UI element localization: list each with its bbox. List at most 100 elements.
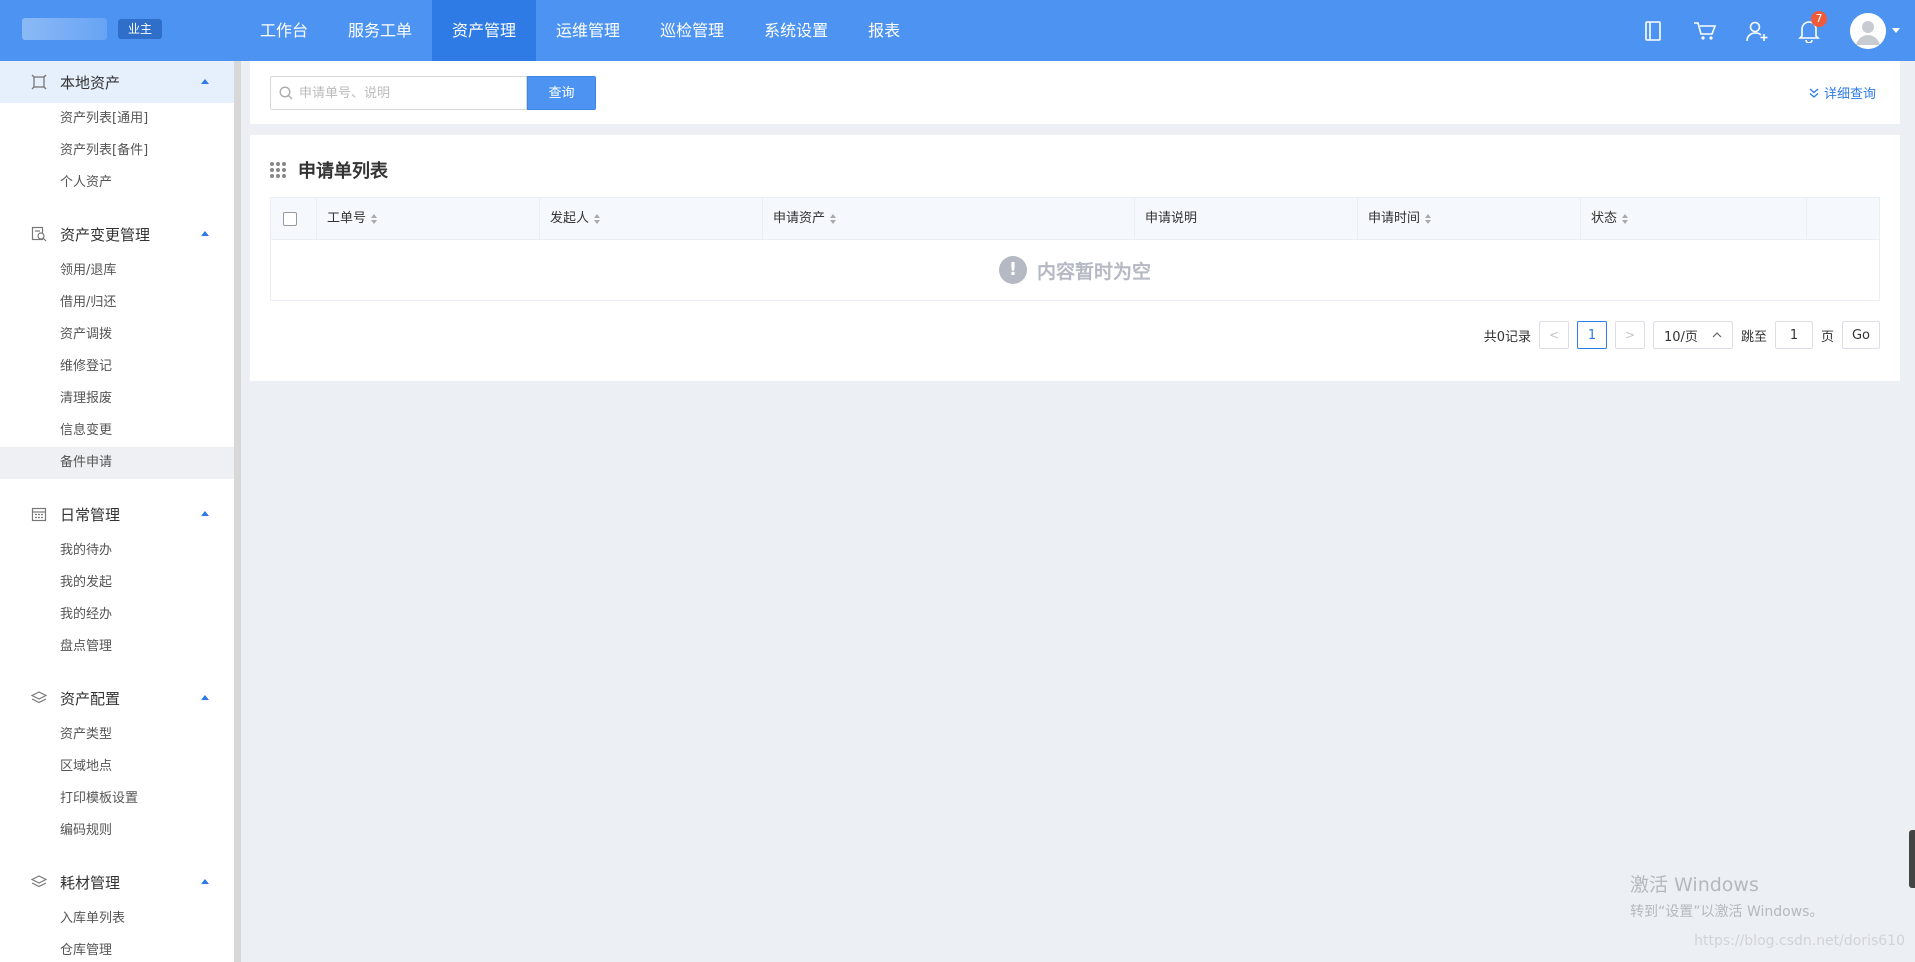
sort-icon[interactable] [1425,214,1432,224]
grid-dots-icon [270,162,286,178]
jump-page-input[interactable]: 1 [1774,321,1813,349]
sidebar-item-info-change[interactable]: 信息变更 [0,415,234,447]
add-user-icon[interactable] [1731,0,1783,61]
sidebar-scrollbar[interactable] [234,61,241,962]
go-button[interactable]: Go [1842,321,1880,349]
sidebar-group-daily: 日常管理 我的待办 我的发起 我的经办 盘点管理 [0,493,234,663]
nav-item-asset-management[interactable]: 资产管理 [432,0,537,61]
sidebar-group-head-local-assets[interactable]: 本地资产 [0,61,234,103]
watermark-line-1: 激活 Windows [1630,874,1759,896]
page-size-value: 10/页 [1663,329,1698,345]
main-nav: 工作台 服务工单 资产管理 运维管理 巡检管理 系统设置 报表 [240,0,920,61]
sidebar-item-my-initiated[interactable]: 我的发起 [0,567,234,599]
sidebar-item-code-rules[interactable]: 编码规则 [0,815,234,847]
chevron-up-icon [201,231,209,236]
sidebar-item-print-templates[interactable]: 打印模板设置 [0,783,234,815]
sidebar-item-receive-return[interactable]: 领用/退库 [0,255,234,287]
prev-page-button[interactable]: < [1538,321,1569,349]
sidebar-item-inbound-list[interactable]: 入库单列表 [0,903,234,935]
source-url-watermark: https://blog.csdn.net/doris610 [1694,933,1905,949]
nav-item-workbench[interactable]: 工作台 [240,0,328,61]
search-button[interactable]: 查询 [527,76,596,110]
frame-icon [30,73,48,91]
watermark-line-2: 转到“设置”以激活 Windows。 [1630,904,1824,920]
detail-search-link[interactable]: 详细查询 [1808,83,1876,102]
sidebar-group-head-consumables[interactable]: 耗材管理 [0,861,234,903]
empty-text: 内容暂时为空 [1036,260,1151,283]
edge-handle[interactable] [1909,830,1915,888]
page-number[interactable]: 1 [1576,321,1607,349]
sidebar-item-asset-types[interactable]: 资产类型 [0,719,234,751]
windows-activation-watermark: 激活 Windows 转到“设置”以激活 Windows。 [1630,870,1823,921]
page-size-select[interactable]: 10/页 [1652,321,1733,349]
nav-item-system-settings[interactable]: 系统设置 [744,0,848,61]
column-description: 申请说明 [1135,198,1358,240]
sort-icon[interactable] [830,214,837,224]
sidebar-item-scrap[interactable]: 清理报废 [0,383,234,415]
layers-icon [30,873,48,891]
page-title: 申请单列表 [270,157,388,183]
app-logo[interactable] [22,18,107,40]
sidebar-item-my-todo[interactable]: 我的待办 [0,535,234,567]
sidebar-group-asset-change: 资产变更管理 领用/退库 借用/归还 资产调拨 维修登记 清理报废 信息变更 备… [0,213,234,479]
next-page-button[interactable]: > [1614,321,1645,349]
cart-icon[interactable] [1679,0,1731,61]
user-menu[interactable] [1835,0,1915,61]
search-panel: 查询 详细查询 [250,61,1900,124]
search-doc-icon [30,225,48,243]
sidebar-item-personal-assets[interactable]: 个人资产 [0,167,234,199]
book-icon[interactable] [1627,0,1679,61]
sidebar-group-head-asset-change[interactable]: 资产变更管理 [0,213,234,255]
column-status[interactable]: 状态 [1581,198,1807,240]
column-actions [1807,198,1879,240]
chevron-down-icon [1892,28,1900,33]
sidebar-item-asset-transfer[interactable]: 资产调拨 [0,319,234,351]
sort-icon[interactable] [594,214,601,224]
sidebar-item-spare-request[interactable]: 备件申请 [0,447,234,479]
sidebar-group-head-asset-config[interactable]: 资产配置 [0,677,234,719]
search-input[interactable] [299,85,519,101]
bell-icon[interactable]: 7 [1783,0,1835,61]
chevron-up-icon [201,695,209,700]
nav-item-service-orders[interactable]: 服务工单 [328,0,432,61]
sidebar-item-borrow-return[interactable]: 借用/归还 [0,287,234,319]
column-initiator[interactable]: 发起人 [540,198,763,240]
column-label: 申请时间 [1368,211,1421,226]
role-badge: 业主 [118,19,163,39]
empty-state: ! 内容暂时为空 [271,240,1879,300]
sidebar-item-asset-list-general[interactable]: 资产列表[通用] [0,103,234,135]
nav-item-operations[interactable]: 运维管理 [536,0,640,61]
sidebar-group-label: 资产配置 [60,689,121,708]
select-all-checkbox[interactable] [283,212,297,226]
nav-item-inspection[interactable]: 巡检管理 [640,0,744,61]
search-icon [279,86,293,100]
column-requested-asset[interactable]: 申请资产 [763,198,1135,240]
column-request-time[interactable]: 申请时间 [1358,198,1581,240]
sidebar-item-warehouse[interactable]: 仓库管理 [0,935,234,962]
column-label: 状态 [1591,211,1618,226]
sidebar-item-repair-register[interactable]: 维修登记 [0,351,234,383]
chevron-up-icon [1712,332,1722,338]
sidebar-group-label: 本地资产 [60,73,121,92]
chevron-up-icon [201,79,209,84]
column-order-no[interactable]: 工单号 [317,198,540,240]
sort-icon[interactable] [371,214,378,224]
sidebar-item-inventory[interactable]: 盘点管理 [0,631,234,663]
nav-item-reports[interactable]: 报表 [848,0,920,61]
column-label: 申请资产 [773,211,826,226]
sidebar-item-asset-list-spare[interactable]: 资产列表[备件] [0,135,234,167]
sidebar-group-asset-config: 资产配置 资产类型 区域地点 打印模板设置 编码规则 [0,677,234,847]
page-unit-label: 页 [1820,329,1834,345]
sidebar-group-head-daily[interactable]: 日常管理 [0,493,234,535]
sidebar-item-locations[interactable]: 区域地点 [0,751,234,783]
sidebar-item-my-handled[interactable]: 我的经办 [0,599,234,631]
layers-icon [30,689,48,707]
sidebar-group-label: 日常管理 [60,505,121,524]
pagination: 共0记录 < 1 > 10/页 跳至 1 页 Go [1484,321,1880,349]
avatar[interactable] [1850,12,1886,49]
request-list-panel: 申请单列表 工单号 发起人 申请资产 申请说明 申请时间 状态 ! 内容暂时为空… [250,135,1900,381]
request-table: 工单号 发起人 申请资产 申请说明 申请时间 状态 ! 内容暂时为空 [270,197,1880,301]
sort-icon[interactable] [1622,214,1629,224]
table-header: 工单号 发起人 申请资产 申请说明 申请时间 状态 [271,198,1879,240]
calendar-icon [30,505,48,523]
